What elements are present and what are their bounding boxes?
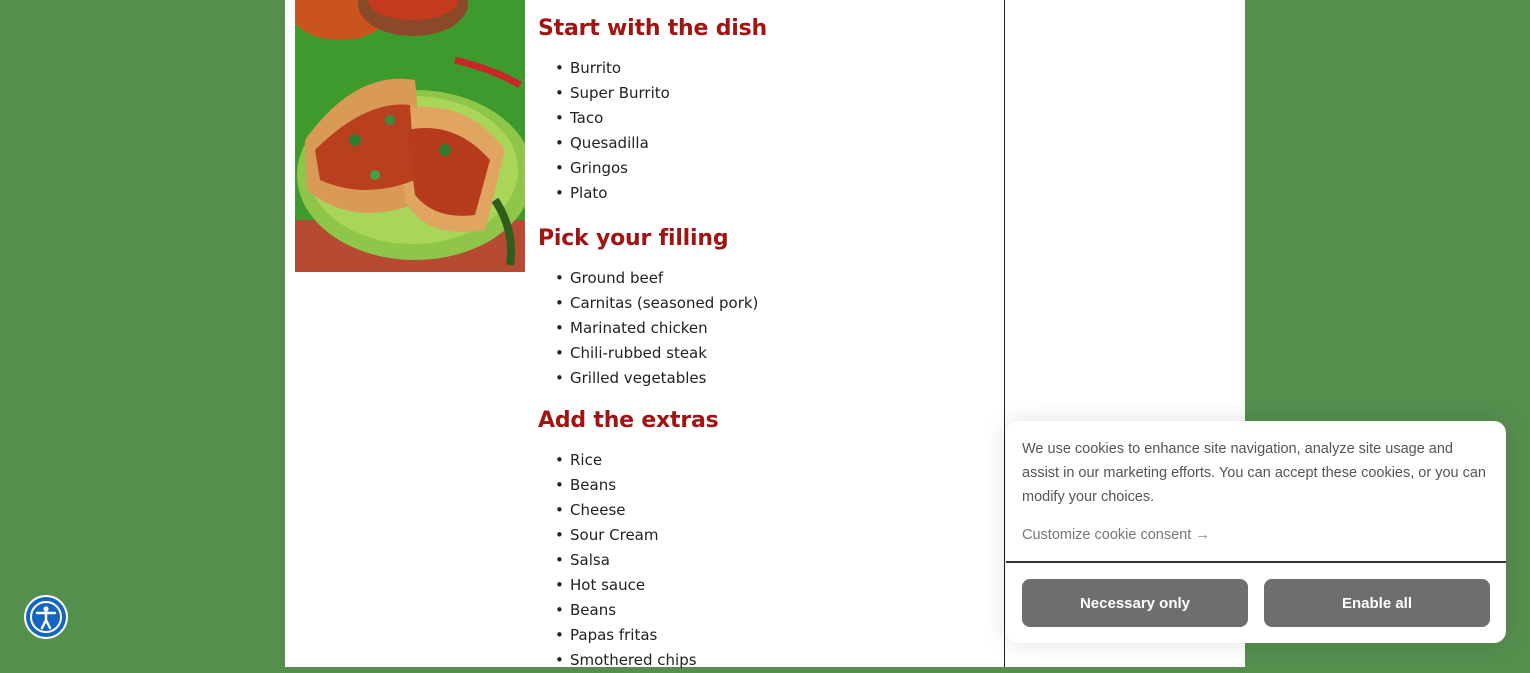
extras-list: Rice Beans Cheese Sour Cream Salsa Hot s… (555, 448, 697, 673)
accessibility-button[interactable] (24, 595, 68, 639)
list-item: Beans (555, 473, 697, 498)
list-item: Plato (555, 181, 670, 206)
list-item: Hot sauce (555, 573, 697, 598)
list-item: Carnitas (seasoned pork) (555, 291, 758, 316)
cookie-consent-banner: We use cookies to enhance site navigatio… (1006, 421, 1506, 643)
extras-heading: Add the extras (538, 408, 719, 433)
list-item: Grilled vegetables (555, 366, 758, 391)
cookie-message: We use cookies to enhance site navigatio… (1022, 441, 1486, 505)
list-item: Rice (555, 448, 697, 473)
dish-list: Burrito Super Burrito Taco Quesadilla Gr… (555, 56, 670, 206)
enable-all-button[interactable]: Enable all (1264, 579, 1490, 627)
dish-heading: Start with the dish (538, 16, 767, 41)
customize-cookie-label: Customize cookie consent (1022, 527, 1192, 543)
arrow-right-icon: → (1195, 527, 1210, 543)
cookie-divider (1006, 561, 1506, 563)
filling-list: Ground beef Carnitas (seasoned pork) Mar… (555, 266, 758, 391)
necessary-only-button[interactable]: Necessary only (1022, 579, 1248, 627)
list-item: Ground beef (555, 266, 758, 291)
customize-cookie-link[interactable]: Customize cookie consent → (1022, 527, 1210, 543)
list-item: Sour Cream (555, 523, 697, 548)
list-item: Salsa (555, 548, 697, 573)
list-item: Taco (555, 106, 670, 131)
list-item: Chili-rubbed steak (555, 341, 758, 366)
quesadilla-image (295, 0, 525, 272)
quesadilla-photo (295, 0, 525, 272)
sidebar-divider (1004, 0, 1005, 667)
list-item: Papas fritas (555, 623, 697, 648)
accessibility-person-icon (30, 601, 62, 633)
menu-content: Start with the dish Burrito Super Burrit… (538, 0, 988, 673)
list-item: Smothered chips (555, 648, 697, 673)
list-item: Super Burrito (555, 81, 670, 106)
list-item: Gringos (555, 156, 670, 181)
list-item: Beans (555, 598, 697, 623)
filling-heading: Pick your filling (538, 226, 729, 251)
list-item: Cheese (555, 498, 697, 523)
list-item: Marinated chicken (555, 316, 758, 341)
list-item: Quesadilla (555, 131, 670, 156)
accessibility-icon-bg (26, 597, 66, 637)
list-item: Burrito (555, 56, 670, 81)
